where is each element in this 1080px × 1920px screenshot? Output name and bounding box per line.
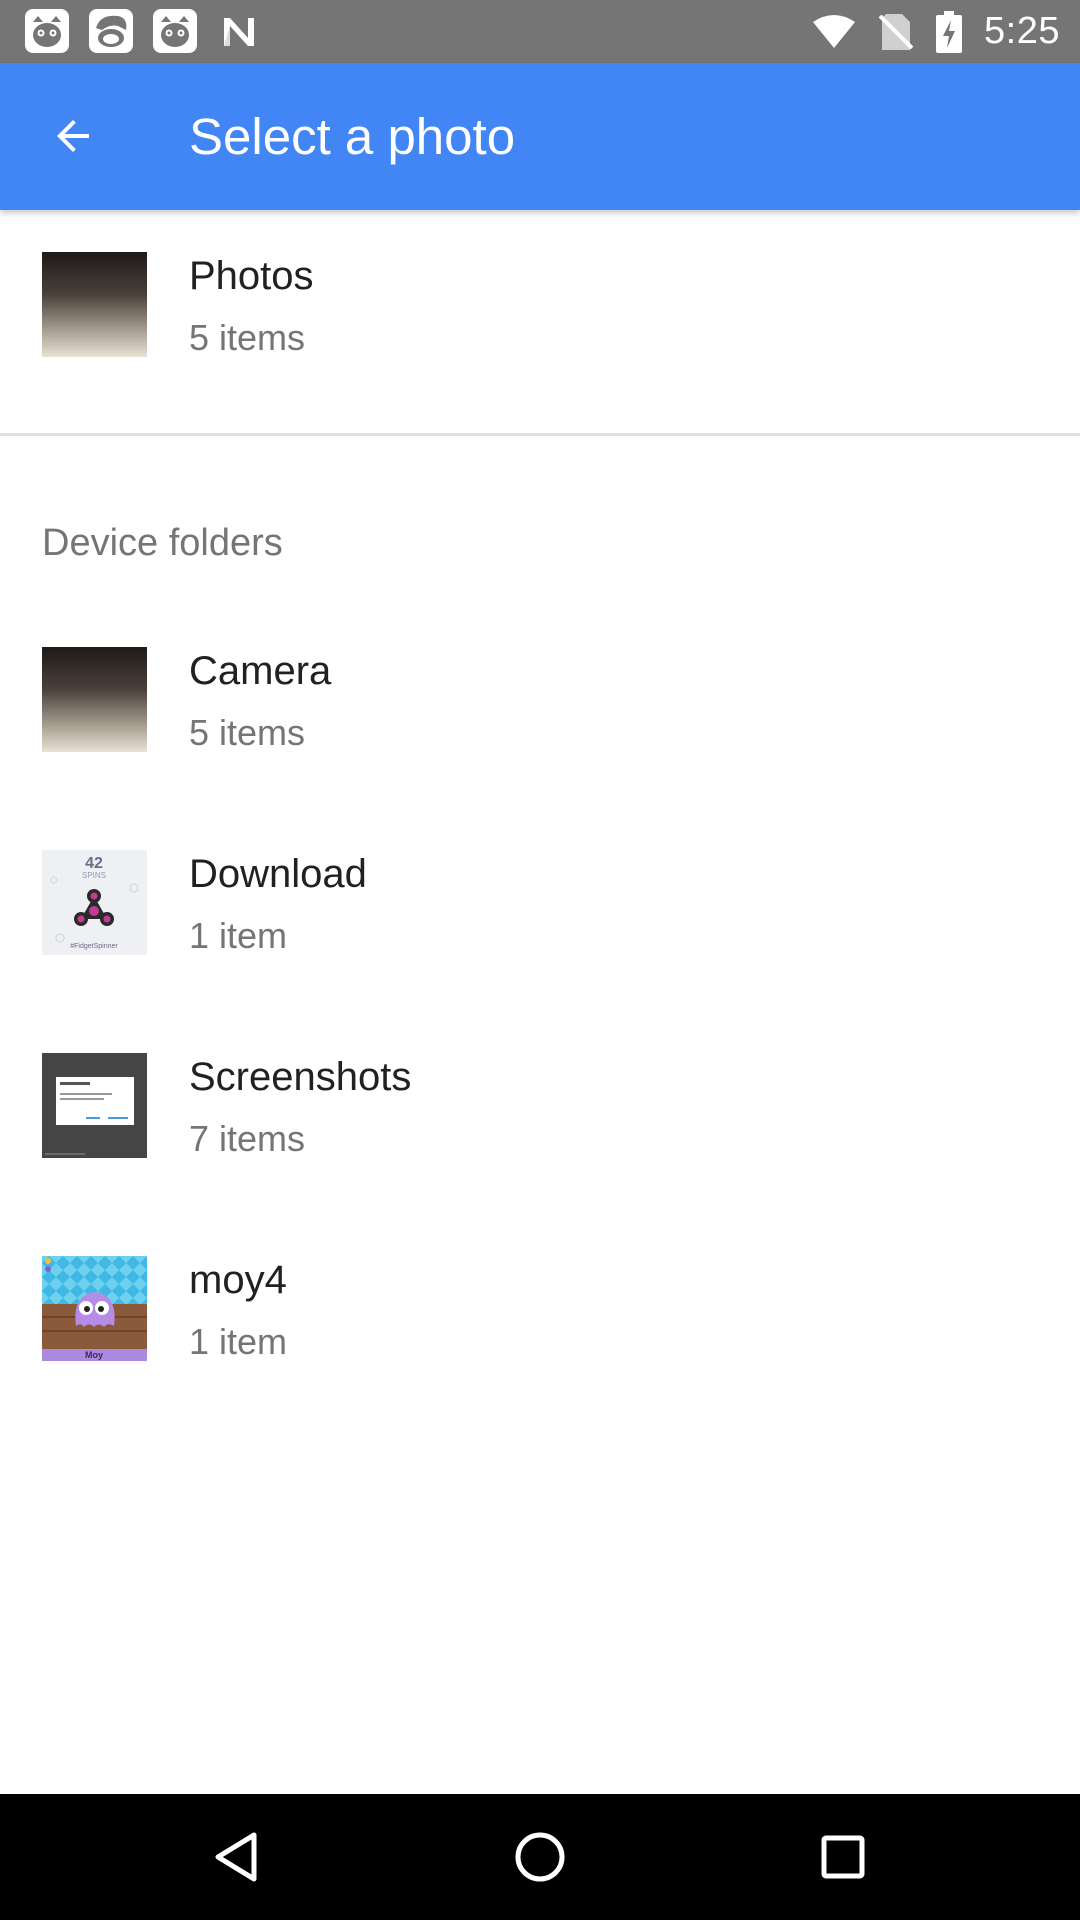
back-triangle-icon xyxy=(215,1832,257,1882)
no-sim-icon xyxy=(878,13,914,50)
dark-gradient-thumbnail xyxy=(42,252,147,357)
recents-square-icon xyxy=(821,1835,865,1879)
item-title: Photos xyxy=(189,254,314,298)
fidget-spinner-image: 42 SPINS #FidgetSpinner xyxy=(50,855,139,950)
item-count: 7 items xyxy=(189,1118,306,1159)
dark-gradient-thumbnail xyxy=(42,647,147,752)
cat-face-icon xyxy=(25,9,69,53)
dialog-screenshot-image xyxy=(42,1053,147,1158)
moy-game-thumbnail: Moy xyxy=(42,1256,147,1361)
item-count: 5 items xyxy=(189,712,306,753)
page-title: Select a photo xyxy=(189,108,516,165)
battery-charging-icon xyxy=(936,10,963,53)
divider xyxy=(0,433,1080,436)
app-bar: Select a photo xyxy=(0,63,1080,210)
status-bar: 5:25 xyxy=(0,0,1080,63)
cat-face-icon xyxy=(153,9,197,53)
folder-item-camera[interactable]: Camera 5 items xyxy=(0,647,1080,807)
wifi-icon xyxy=(813,14,856,48)
nav-home-button[interactable] xyxy=(500,1817,580,1897)
folder-item-moy4[interactable]: Moy moy4 1 item xyxy=(0,1256,1080,1416)
home-circle-icon xyxy=(515,1832,565,1882)
item-count: 1 item xyxy=(189,915,288,956)
nav-recents-button[interactable] xyxy=(803,1817,883,1897)
fidget-spinner-thumbnail: 42 SPINS #FidgetSpinner xyxy=(42,850,147,955)
navigation-bar xyxy=(0,1794,1080,1920)
item-title: Screenshots xyxy=(189,1055,412,1099)
dialog-screenshot-thumbnail xyxy=(42,1053,147,1158)
moy-label: Moy xyxy=(85,1350,103,1360)
status-clock: 5:25 xyxy=(984,10,1060,52)
angela-face-icon xyxy=(89,9,133,53)
item-title: Camera xyxy=(189,649,332,693)
folder-item-download[interactable]: 42 SPINS #FidgetSpinner Download 1 item xyxy=(0,850,1080,1010)
item-count: 5 items xyxy=(189,317,306,358)
item-count: 1 item xyxy=(189,1321,288,1362)
back-button[interactable] xyxy=(33,96,113,176)
spins-count: 42 xyxy=(85,855,103,872)
notification-icons xyxy=(24,8,262,54)
spins-label: SPINS xyxy=(82,871,106,880)
list-item-photos[interactable]: Photos 5 items xyxy=(0,252,1080,412)
item-title: Download xyxy=(189,852,367,896)
moy-game-image: Moy xyxy=(42,1256,147,1361)
item-title: moy4 xyxy=(189,1258,287,1302)
folder-item-screenshots[interactable]: Screenshots 7 items xyxy=(0,1053,1080,1213)
arrow-back-icon xyxy=(57,120,89,152)
section-header: Device folders xyxy=(42,522,283,564)
system-icons: 5:25 xyxy=(812,0,1060,63)
n-icon xyxy=(224,18,254,46)
screen: 5:25 Select a photo Photos 5 items Devic… xyxy=(0,0,1080,1920)
spinner-hashtag: #FidgetSpinner xyxy=(70,943,118,950)
nav-back-button[interactable] xyxy=(196,1817,276,1897)
